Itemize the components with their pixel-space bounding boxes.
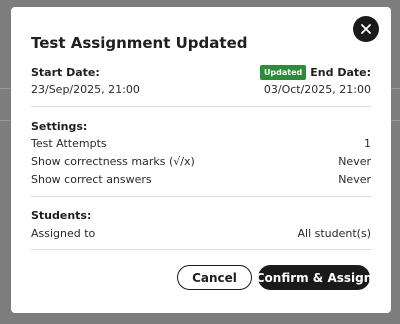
- close-icon: [361, 24, 371, 34]
- divider: [31, 196, 371, 197]
- start-date-label: Start Date:: [31, 66, 100, 79]
- setting-label: Show correct answers: [31, 173, 152, 186]
- end-date-value: 03/Oct/2025, 21:00: [263, 83, 371, 96]
- close-button[interactable]: [353, 16, 379, 42]
- end-date-label: End Date:: [310, 66, 371, 79]
- assigned-to-value: All student(s): [297, 227, 372, 240]
- setting-label: Show correctness marks (√/x): [31, 155, 195, 168]
- setting-value: Never: [338, 155, 371, 168]
- settings-row: Test Attempts 1: [31, 137, 371, 150]
- setting-value: Never: [338, 173, 371, 186]
- divider: [31, 106, 371, 107]
- settings-row: Show correct answers Never: [31, 173, 371, 186]
- cancel-button[interactable]: Cancel: [177, 265, 252, 290]
- confirm-assign-button[interactable]: Confirm & Assign: [256, 265, 372, 290]
- backdrop-line: [391, 88, 400, 89]
- settings-heading: Settings:: [31, 120, 88, 133]
- setting-label: Test Attempts: [31, 137, 107, 150]
- backdrop-line: [0, 120, 10, 121]
- students-heading: Students:: [31, 209, 92, 222]
- setting-value: 1: [364, 137, 371, 150]
- end-date-header: Updated End Date:: [259, 65, 371, 80]
- students-row: Assigned to All student(s): [31, 227, 371, 240]
- divider: [31, 249, 371, 250]
- assignment-dialog: Test Assignment Updated Start Date: 23/S…: [11, 7, 391, 313]
- dialog-title: Test Assignment Updated: [31, 34, 248, 52]
- assigned-to-label: Assigned to: [31, 227, 96, 240]
- settings-row: Show correctness marks (√/x) Never: [31, 155, 371, 168]
- backdrop-line: [391, 120, 400, 121]
- updated-badge: Updated: [259, 65, 307, 80]
- start-date-value: 23/Sep/2025, 21:00: [31, 83, 140, 96]
- backdrop-line: [0, 88, 10, 89]
